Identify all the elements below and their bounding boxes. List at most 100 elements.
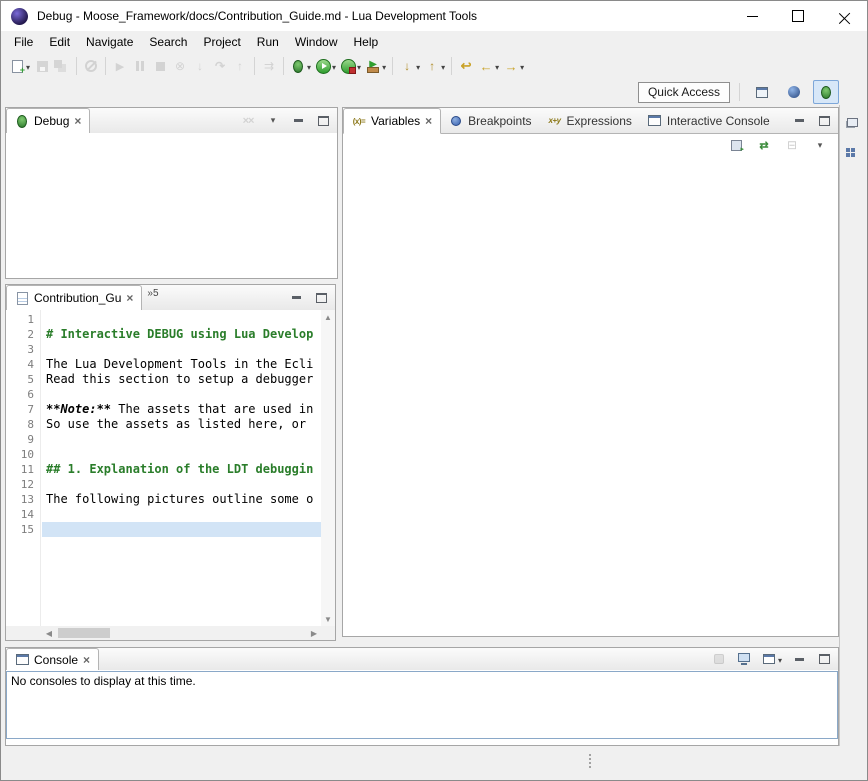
max-icon: [313, 290, 329, 306]
tab-debug[interactable]: Debug: [6, 108, 90, 134]
tab-expressions[interactable]: Expressions: [540, 108, 640, 133]
dropdown-arrow-icon[interactable]: [306, 59, 311, 73]
maximize-window-button[interactable]: [775, 1, 821, 31]
step-into-button: [190, 55, 210, 77]
minimize-window-button[interactable]: [729, 1, 775, 31]
console-icon: [15, 653, 29, 667]
editor-line[interactable]: 8So use the assets as listed here, or: [6, 417, 321, 432]
forward-button[interactable]: [501, 55, 526, 77]
external-tools-button[interactable]: [363, 55, 388, 77]
tab-interactive-console[interactable]: Interactive Console: [640, 108, 778, 133]
dropdown-arrow-icon[interactable]: [415, 59, 420, 73]
menu-icon: [812, 137, 828, 153]
line-number: 12: [6, 477, 42, 492]
previous-annotation-button[interactable]: [422, 55, 447, 77]
menu-help[interactable]: Help: [346, 32, 387, 52]
tab-contribution-guide[interactable]: Contribution_Gu: [6, 285, 142, 311]
dropdown-arrow-icon[interactable]: [381, 59, 386, 73]
new-button[interactable]: [7, 55, 32, 77]
line-number: 10: [6, 447, 42, 462]
run-button[interactable]: [313, 55, 338, 77]
editor-horizontal-scrollbar[interactable]: ◀ ▶: [42, 626, 321, 640]
editor-line[interactable]: 9: [6, 432, 321, 447]
tab-variables[interactable]: Variables: [343, 108, 441, 134]
line-text: [42, 477, 321, 492]
debug-view-minimize-button[interactable]: [288, 110, 308, 132]
editor-line[interactable]: 6: [6, 387, 321, 402]
tab-console[interactable]: Console: [6, 648, 99, 671]
editor-line[interactable]: 1: [6, 312, 321, 327]
open-console-button[interactable]: [759, 648, 784, 670]
editor-line[interactable]: 15: [6, 522, 321, 537]
close-tab-icon[interactable]: [74, 114, 81, 128]
menu-file[interactable]: File: [6, 32, 41, 52]
ldt-perspective-button[interactable]: [781, 80, 807, 104]
scroll-left-icon[interactable]: ◀: [42, 626, 56, 640]
dropdown-arrow-icon[interactable]: [331, 59, 336, 73]
open-perspective-button[interactable]: [749, 80, 775, 104]
menu-project[interactable]: Project: [195, 32, 248, 52]
dropdown-arrow-icon[interactable]: [777, 652, 782, 666]
close-window-button[interactable]: [821, 1, 867, 31]
editor-minimize-button[interactable]: [286, 287, 306, 309]
variables-maximize-button[interactable]: [814, 110, 834, 132]
editor-line[interactable]: 7**Note:** The assets that are used in: [6, 402, 321, 417]
scroll-right-icon[interactable]: ▶: [307, 626, 321, 640]
editor-line[interactable]: 13The following pictures outline some o: [6, 492, 321, 507]
close-tab-icon[interactable]: [425, 114, 432, 128]
back-button[interactable]: [476, 55, 501, 77]
debug-view-maximize-button[interactable]: [313, 110, 333, 132]
step-over-icon: [212, 58, 228, 74]
restore-minimized-view-button[interactable]: [843, 111, 863, 133]
dropdown-arrow-icon[interactable]: [519, 59, 524, 73]
variables-minimize-button[interactable]: [789, 110, 809, 132]
dropdown-arrow-icon[interactable]: [25, 59, 30, 73]
editor-line[interactable]: 11## 1. Explanation of the LDT debuggin: [6, 462, 321, 477]
show-type-names-button[interactable]: [726, 134, 746, 156]
menu-navigate[interactable]: Navigate: [78, 32, 141, 52]
show-logical-structure-button[interactable]: [754, 134, 774, 156]
editor-vertical-scrollbar[interactable]: ▲ ▼: [321, 310, 335, 626]
dropdown-arrow-icon[interactable]: [356, 59, 361, 73]
dropdown-arrow-icon[interactable]: [494, 59, 499, 73]
console-message-area[interactable]: No consoles to display at this time.: [6, 671, 838, 739]
minimized-view-strip: [839, 105, 865, 748]
menu-search[interactable]: Search: [141, 32, 195, 52]
close-tab-icon[interactable]: [126, 291, 133, 305]
scroll-down-icon[interactable]: ▼: [321, 612, 335, 626]
editor-line[interactable]: 14: [6, 507, 321, 522]
debug-button[interactable]: [288, 55, 313, 77]
pin-console-button: [709, 648, 729, 670]
tab-breakpoints[interactable]: Breakpoints: [441, 108, 539, 133]
editor-lines[interactable]: 12# Interactive DEBUG using Lua Develop3…: [6, 310, 321, 626]
editor-line[interactable]: 4The Lua Development Tools in the Ecli: [6, 357, 321, 372]
minimized-outline-view-button[interactable]: [843, 141, 863, 163]
scroll-up-icon[interactable]: ▲: [321, 310, 335, 324]
console-view-actions: [709, 648, 838, 670]
menu-edit[interactable]: Edit: [41, 32, 78, 52]
editor-tab-overflow[interactable]: »5: [142, 285, 163, 310]
coverage-button[interactable]: [338, 55, 363, 77]
last-edit-location-button[interactable]: [456, 55, 476, 77]
editor-line[interactable]: 3: [6, 342, 321, 357]
step-over-button: [210, 55, 230, 77]
menu-run[interactable]: Run: [249, 32, 287, 52]
menu-window[interactable]: Window: [287, 32, 346, 52]
splitter-grip[interactable]: [589, 754, 591, 768]
display-selected-console-button[interactable]: [734, 648, 754, 670]
close-tab-icon[interactable]: [83, 653, 90, 667]
editor-maximize-button[interactable]: [311, 287, 331, 309]
dropdown-arrow-icon[interactable]: [440, 59, 445, 73]
editor-line[interactable]: 2# Interactive DEBUG using Lua Develop: [6, 327, 321, 342]
quick-access-field[interactable]: Quick Access: [638, 82, 730, 103]
next-annotation-button[interactable]: [397, 55, 422, 77]
console-maximize-button[interactable]: [814, 648, 834, 670]
console-minimize-button[interactable]: [789, 648, 809, 670]
variables-view-menu-button[interactable]: [810, 134, 830, 156]
scrollbar-thumb[interactable]: [58, 628, 110, 638]
debug-view-menu-button[interactable]: [263, 110, 283, 132]
editor-line[interactable]: 12: [6, 477, 321, 492]
editor-line[interactable]: 5Read this section to setup a debugger: [6, 372, 321, 387]
editor-line[interactable]: 10: [6, 447, 321, 462]
debug-perspective-button[interactable]: [813, 80, 839, 104]
